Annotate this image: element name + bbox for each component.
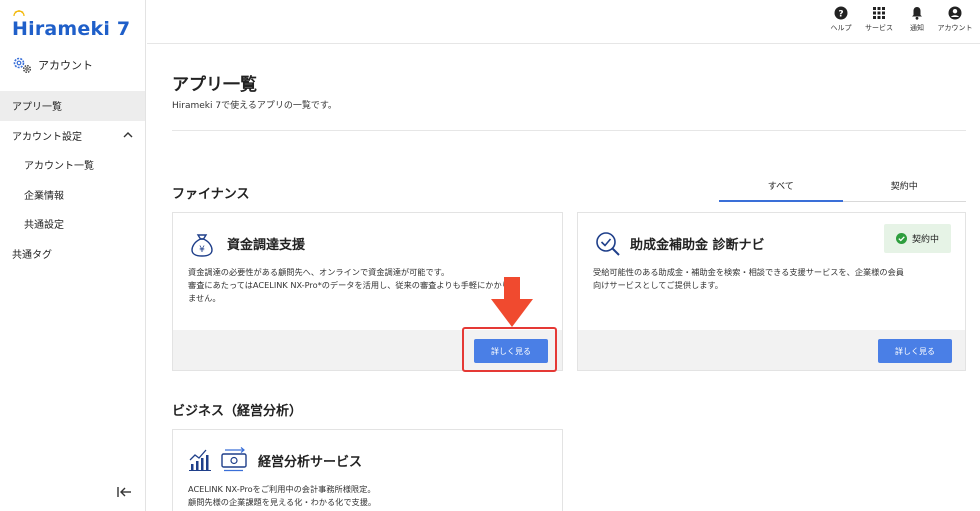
sidebar-item-label: 共通タグ [12, 249, 52, 261]
chevron-up-icon [123, 131, 133, 137]
badge-label: 契約中 [911, 235, 939, 245]
sidebar-nav: アプリ一覧 アカウント設定 アカウント一覧 企業情報 共通設定 共通タグ [0, 91, 145, 268]
check-circle-icon [895, 233, 907, 244]
account-header: アカウント [12, 56, 93, 74]
card-title: 助成金補助金 診断ナビ [630, 238, 765, 253]
details-button-subsidy[interactable]: 詳しく見る [878, 339, 952, 363]
page-title: アプリ一覧 [172, 75, 257, 95]
sidebar-item-label: 共通設定 [24, 220, 64, 232]
top-bar: ? ヘルプ サービス 通知 アカウント [147, 0, 980, 44]
notifications-label: 通知 [910, 24, 924, 32]
business-section-title: ビジネス（経営分析） [172, 404, 303, 419]
card-description: 受給可能性のある助成金・補助金を検索・相談できる支援サービスを、企業様の会員 向… [593, 266, 963, 292]
help-icon: ? [834, 6, 848, 20]
filter-tabs: すべて 契約中 [719, 172, 966, 202]
help-label: ヘルプ [830, 24, 852, 32]
services-label: サービス [865, 24, 893, 32]
sidebar-item-app-list[interactable]: アプリ一覧 [0, 91, 145, 121]
page-subtitle: Hirameki 7で使えるアプリの一覧です。 [172, 101, 337, 111]
analytics-icon [189, 447, 247, 472]
divider [172, 130, 966, 131]
tab-contracted[interactable]: 契約中 [843, 172, 967, 201]
notifications-button[interactable]: 通知 [902, 6, 932, 33]
card-title: 資金調達支援 [227, 238, 306, 253]
sidebar-item-label: アカウント設定 [12, 131, 82, 143]
sidebar-item-label: アカウント一覧 [24, 161, 94, 173]
account-button[interactable]: アカウント [937, 6, 973, 33]
search-check-icon [596, 232, 620, 256]
sidebar-item-account-list[interactable]: アカウント一覧 [0, 150, 145, 180]
account-icon [948, 6, 962, 20]
sun-icon [13, 10, 25, 16]
app-card-analysis: 経営分析サービス ACELINK NX-Proをご利用中の会計事務所様限定。 顧… [172, 429, 563, 511]
tab-all[interactable]: すべて [719, 172, 843, 202]
collapse-sidebar-icon[interactable] [116, 486, 132, 498]
sidebar-item-common-settings[interactable]: 共通設定 [0, 209, 145, 239]
sidebar-item-company-info[interactable]: 企業情報 [0, 180, 145, 210]
svg-text:?: ? [838, 10, 843, 20]
card-title: 経営分析サービス [258, 455, 363, 470]
svg-text:¥: ¥ [199, 245, 205, 255]
grid-icon [873, 7, 885, 19]
account-label: アカウント [937, 24, 973, 32]
help-button[interactable]: ? ヘルプ [826, 6, 856, 33]
sidebar-item-account-settings[interactable]: アカウント設定 [0, 121, 145, 151]
card-desc-line: 顧問先様の企業課題を見える化・わかる化で支援。 [188, 497, 377, 507]
bell-icon [912, 7, 922, 20]
card-description: ACELINK NX-Proをご利用中の会計事務所様限定。 顧問先様の企業課題を… [188, 483, 558, 509]
card-desc-line: 受給可能性のある助成金・補助金を検索・相談できる支援サービスを、企業様の会員 [593, 267, 904, 277]
money-bag-icon: ¥ [191, 234, 213, 257]
sidebar-item-label: アプリ一覧 [12, 102, 62, 114]
finance-section-title: ファイナンス [172, 187, 250, 202]
contracted-badge: 契約中 [884, 224, 951, 253]
highlight-box [462, 327, 557, 372]
sidebar: Hirameki 7 アカウント アプリ一覧 アカウント設定 アカウント一覧 企… [0, 0, 146, 511]
card-desc-line: ACELINK NX-Proをご利用中の会計事務所様限定。 [188, 484, 376, 494]
sidebar-item-common-tags[interactable]: 共通タグ [0, 239, 145, 269]
logo-text: Hirameki 7 [12, 18, 131, 40]
sidebar-item-label: 企業情報 [24, 190, 64, 202]
card-desc-line: 向けサービスとしてご提供します。 [593, 280, 723, 290]
gears-icon [13, 57, 32, 74]
arrow-down-icon [491, 277, 533, 327]
account-header-label: アカウント [38, 59, 93, 72]
services-button[interactable]: サービス [864, 6, 894, 33]
logo[interactable]: Hirameki 7 [12, 10, 131, 40]
top-icons: ? ヘルプ サービス 通知 アカウント [826, 6, 973, 33]
